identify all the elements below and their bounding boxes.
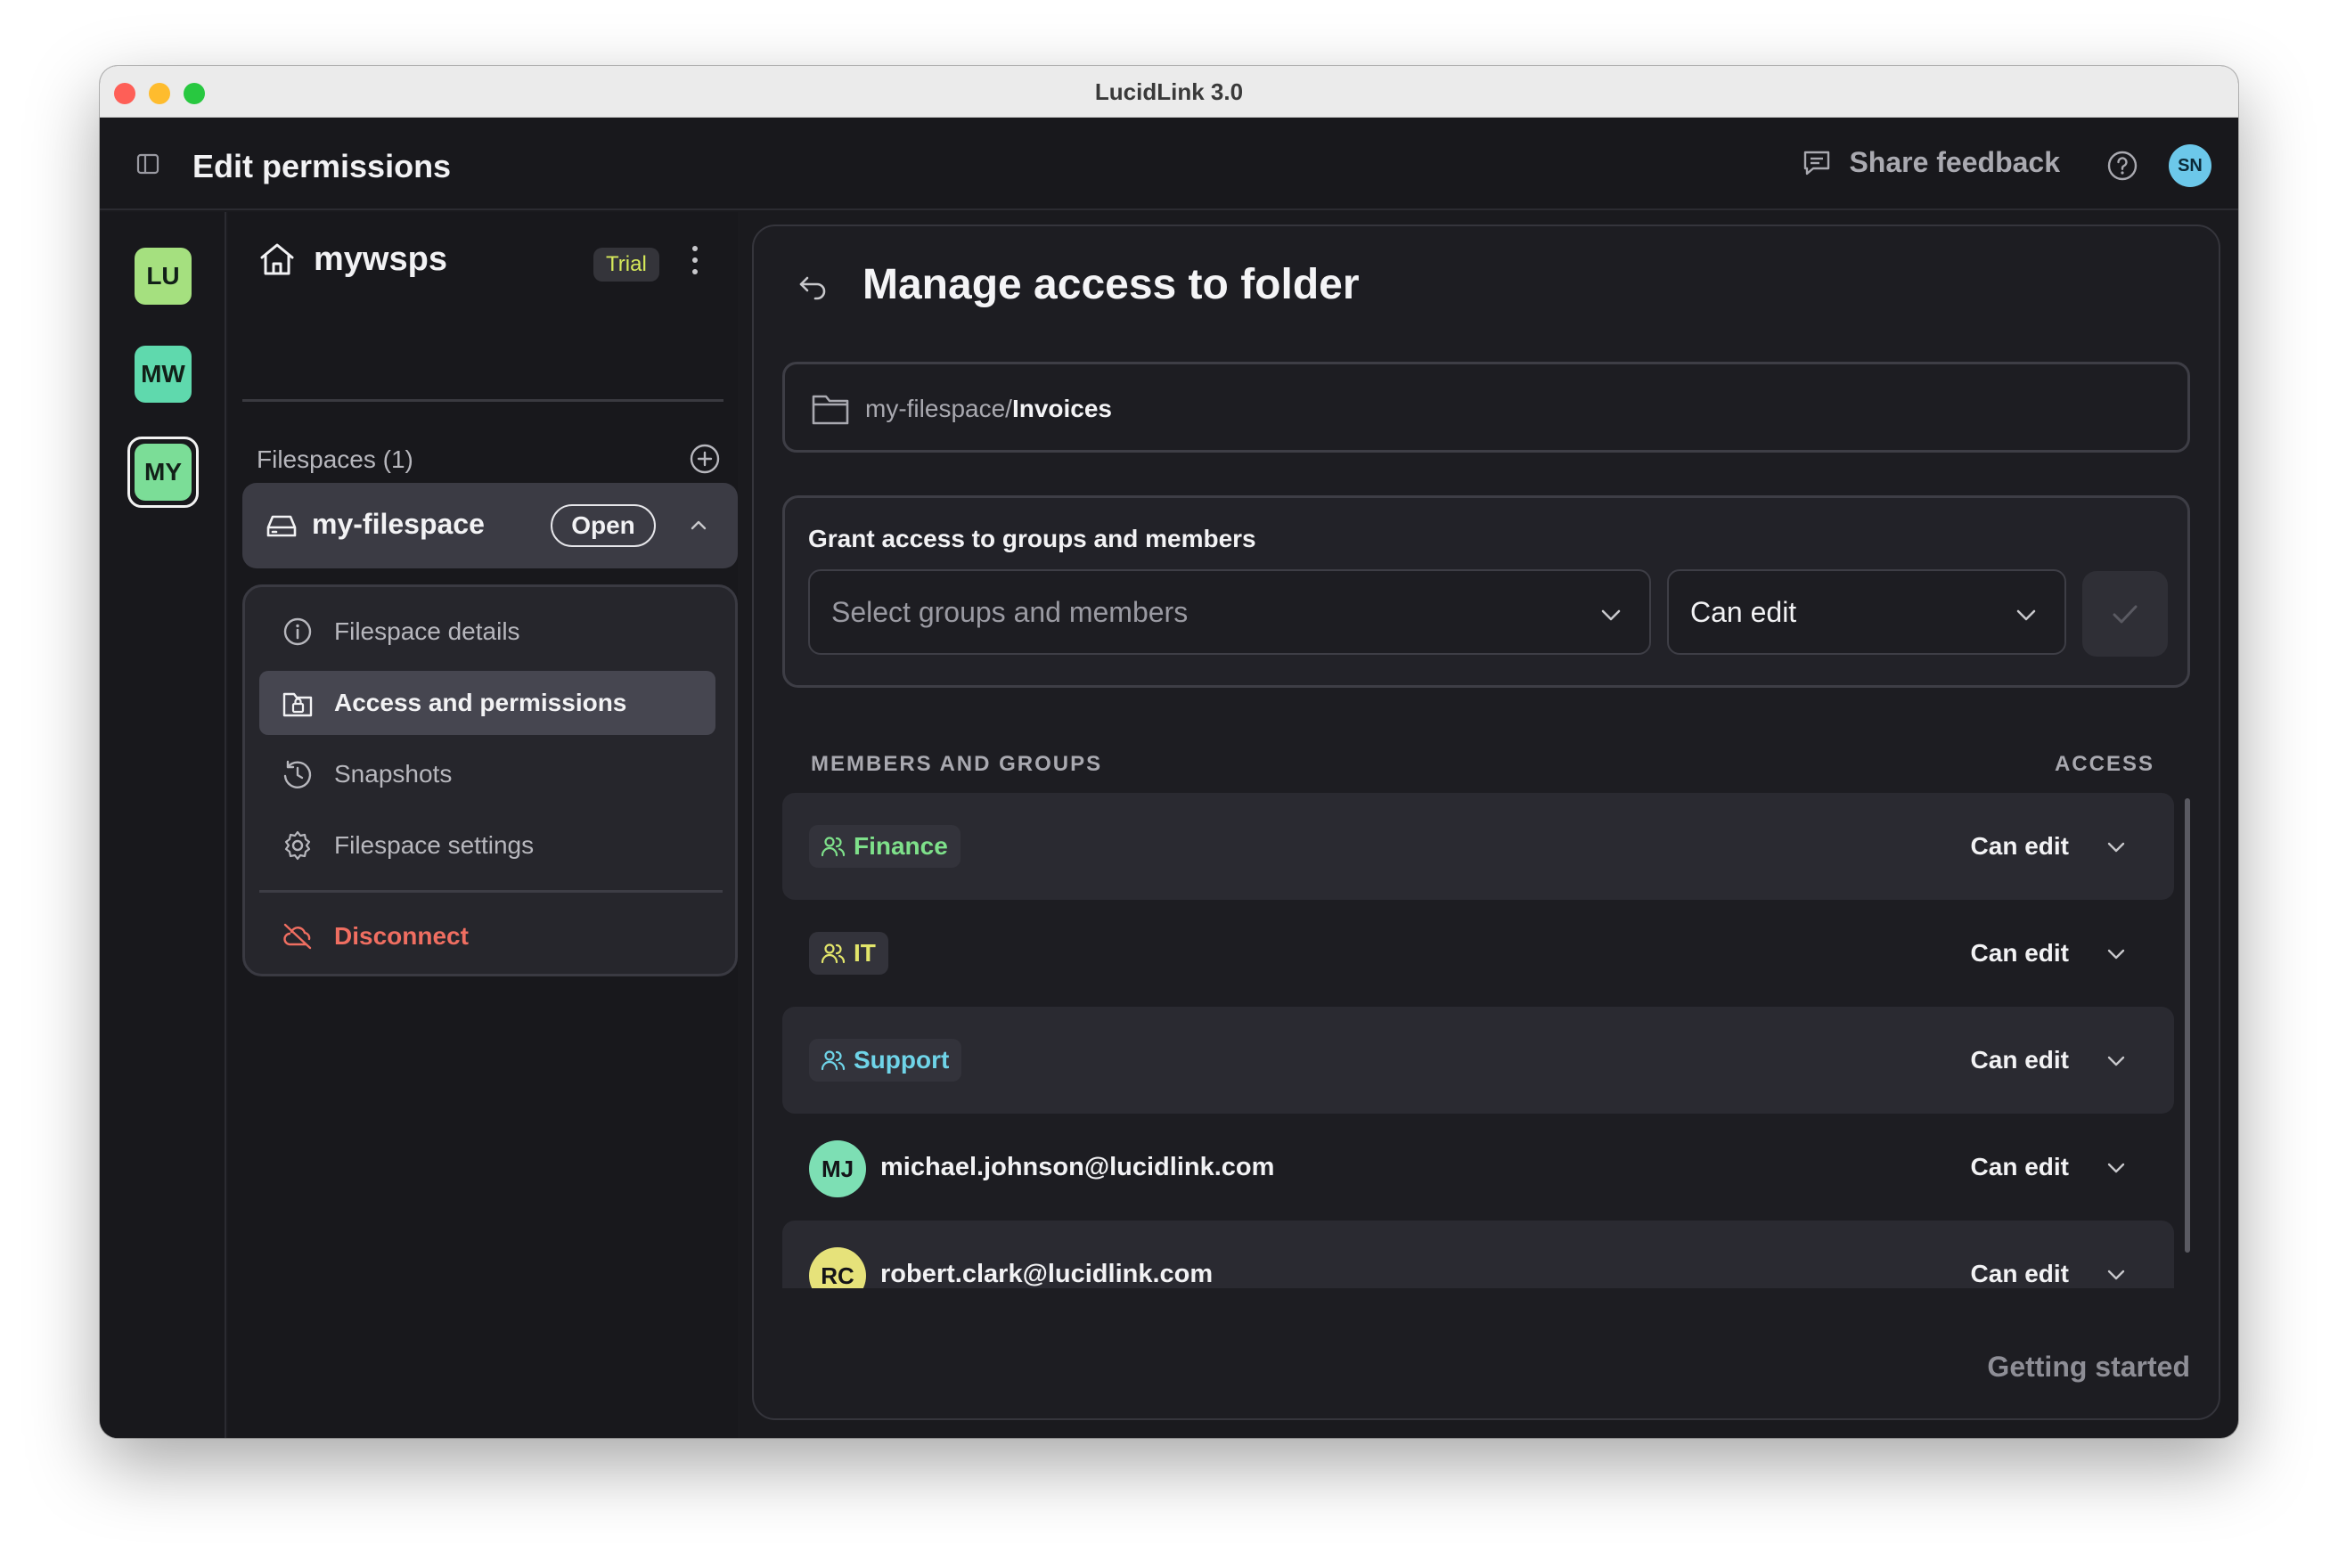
menu-item-access-and-permissions[interactable]: Access and permissions: [259, 671, 715, 735]
window-title: LucidLink 3.0: [1094, 78, 1244, 105]
members-list: Finance Can edit IT Can edit Support Can…: [782, 793, 2183, 1288]
history-icon: [283, 760, 312, 788]
chevron-down-icon: [2016, 609, 2036, 621]
users-icon: [821, 837, 846, 857]
folder-path: my-filespace/Invoices: [865, 395, 1112, 423]
menu-item-label: Access and permissions: [334, 689, 627, 716]
filespace-status-badge: Open: [551, 504, 656, 547]
app-window: LucidLink 3.0 Edit permissions Share fee…: [100, 66, 2238, 1438]
group-chip: IT: [809, 932, 888, 975]
home-icon: [260, 243, 294, 275]
list-item[interactable]: IT Can edit: [782, 900, 2174, 1007]
workspace-name: mywsps: [314, 241, 447, 278]
list-scrollbar[interactable]: [2185, 798, 2190, 1253]
menu-item-label: Filespace details: [334, 617, 520, 645]
access-level-select[interactable]: Can edit: [1667, 569, 2066, 655]
folder-icon: [812, 395, 849, 425]
member-email: robert.clark@lucidlink.com: [880, 1260, 1214, 1288]
avatar: RC: [809, 1247, 866, 1288]
getting-started-link[interactable]: Getting started: [1987, 1351, 2190, 1384]
workspace-badge-lu[interactable]: LU: [135, 248, 192, 305]
disconnect-label: Disconnect: [334, 922, 469, 950]
menu-item-label: Filespace settings: [334, 831, 535, 859]
menu-item-snapshots[interactable]: Snapshots: [259, 742, 715, 806]
help-icon[interactable]: [2106, 150, 2138, 182]
members-list-header: MEMBERS AND GROUPS: [811, 752, 1103, 776]
page-title: Edit permissions: [192, 148, 452, 184]
chevron-down-icon[interactable]: [2103, 941, 2130, 968]
sidebar-toggle-icon[interactable]: [135, 151, 160, 176]
share-feedback-label: Share feedback: [1849, 146, 2060, 178]
group-name: Support: [854, 1046, 950, 1074]
confirm-grant-button[interactable]: [2082, 571, 2168, 657]
disconnect-button[interactable]: Disconnect: [259, 904, 715, 968]
more-options-icon[interactable]: [690, 246, 700, 278]
workspace-badge-mw[interactable]: MW: [135, 346, 192, 403]
path-prefix: my-filespace/: [865, 395, 1012, 422]
grant-access-box: Grant access to groups and members Selec…: [782, 495, 2190, 688]
list-item[interactable]: Support Can edit: [782, 1007, 2174, 1114]
group-name: IT: [854, 939, 876, 967]
group-name: Finance: [854, 832, 948, 860]
members-select[interactable]: Select groups and members: [808, 569, 1651, 655]
workspace-header: mywsps Trial: [228, 212, 738, 314]
users-icon: [821, 1050, 846, 1071]
manage-access-panel: Manage access to folder my-filespace/Inv…: [752, 225, 2220, 1420]
member-email: michael.johnson@lucidlink.com: [880, 1153, 1275, 1181]
menu-item-filespace-settings[interactable]: Filespace settings: [259, 813, 715, 878]
chevron-up-icon[interactable]: [686, 513, 711, 538]
access-level-value: Can edit: [1690, 596, 1797, 628]
users-icon: [821, 943, 846, 964]
filespaces-heading: Filespaces (1): [257, 445, 413, 473]
add-filespace-icon[interactable]: [688, 442, 722, 476]
app-header: Edit permissions Share feedback SN: [100, 118, 2238, 210]
check-icon: [2113, 605, 2138, 624]
filespace-name: my-filespace: [312, 508, 485, 540]
menu-divider: [259, 890, 723, 893]
chevron-down-icon[interactable]: [2103, 1048, 2130, 1074]
user-avatar[interactable]: SN: [2169, 144, 2211, 187]
chevron-down-icon[interactable]: [2103, 1155, 2130, 1181]
folder-lock-icon: [282, 692, 313, 717]
share-feedback-button[interactable]: Share feedback: [1801, 146, 2060, 179]
chevron-down-icon: [1601, 609, 1621, 621]
hard-drive-icon: [266, 515, 297, 537]
back-arrow-icon[interactable]: [795, 267, 830, 303]
row-access-level[interactable]: Can edit: [1971, 1046, 2069, 1074]
main-title: Manage access to folder: [862, 261, 1360, 308]
access-column-header: ACCESS: [2054, 752, 2154, 776]
group-chip: Finance: [809, 825, 961, 868]
row-access-level[interactable]: Can edit: [1971, 832, 2069, 861]
members-select-placeholder: Select groups and members: [831, 596, 1189, 628]
filespace-row[interactable]: my-filespace Open: [242, 483, 738, 568]
row-access-level[interactable]: Can edit: [1971, 1153, 2069, 1181]
workspace-badge-my[interactable]: MY: [135, 444, 192, 501]
gear-icon: [284, 830, 311, 861]
menu-item-label: Snapshots: [334, 760, 453, 788]
workspace-divider: [242, 399, 723, 402]
row-access-level[interactable]: Can edit: [1971, 939, 2069, 968]
message-square-icon: [1804, 151, 1830, 175]
workspace-rail: LU MW MY: [100, 212, 226, 1438]
chevron-down-icon[interactable]: [2103, 1262, 2130, 1288]
menu-item-filespace-details[interactable]: Filespace details: [259, 600, 715, 664]
chevron-down-icon[interactable]: [2103, 834, 2130, 861]
folder-path-box: my-filespace/Invoices: [782, 362, 2190, 453]
trial-badge: Trial: [593, 248, 659, 282]
filespace-panel: mywsps Trial Filespaces (1) my-filespace…: [228, 212, 738, 1438]
list-item[interactable]: Finance Can edit: [782, 793, 2174, 900]
filespace-menu: Filespace details Access and permissions…: [242, 584, 738, 976]
info-icon: [283, 617, 312, 646]
list-item[interactable]: MJ michael.johnson@lucidlink.com Can edi…: [782, 1114, 2174, 1221]
grant-access-title: Grant access to groups and members: [808, 525, 1256, 552]
group-chip: Support: [809, 1039, 962, 1082]
list-item[interactable]: RC robert.clark@lucidlink.com Can edit: [782, 1221, 2174, 1288]
title-bar: LucidLink 3.0: [100, 66, 2238, 118]
path-folder: Invoices: [1011, 395, 1112, 422]
row-access-level[interactable]: Can edit: [1971, 1260, 2069, 1288]
avatar: MJ: [809, 1140, 866, 1197]
cloud-off-icon: [283, 923, 312, 950]
